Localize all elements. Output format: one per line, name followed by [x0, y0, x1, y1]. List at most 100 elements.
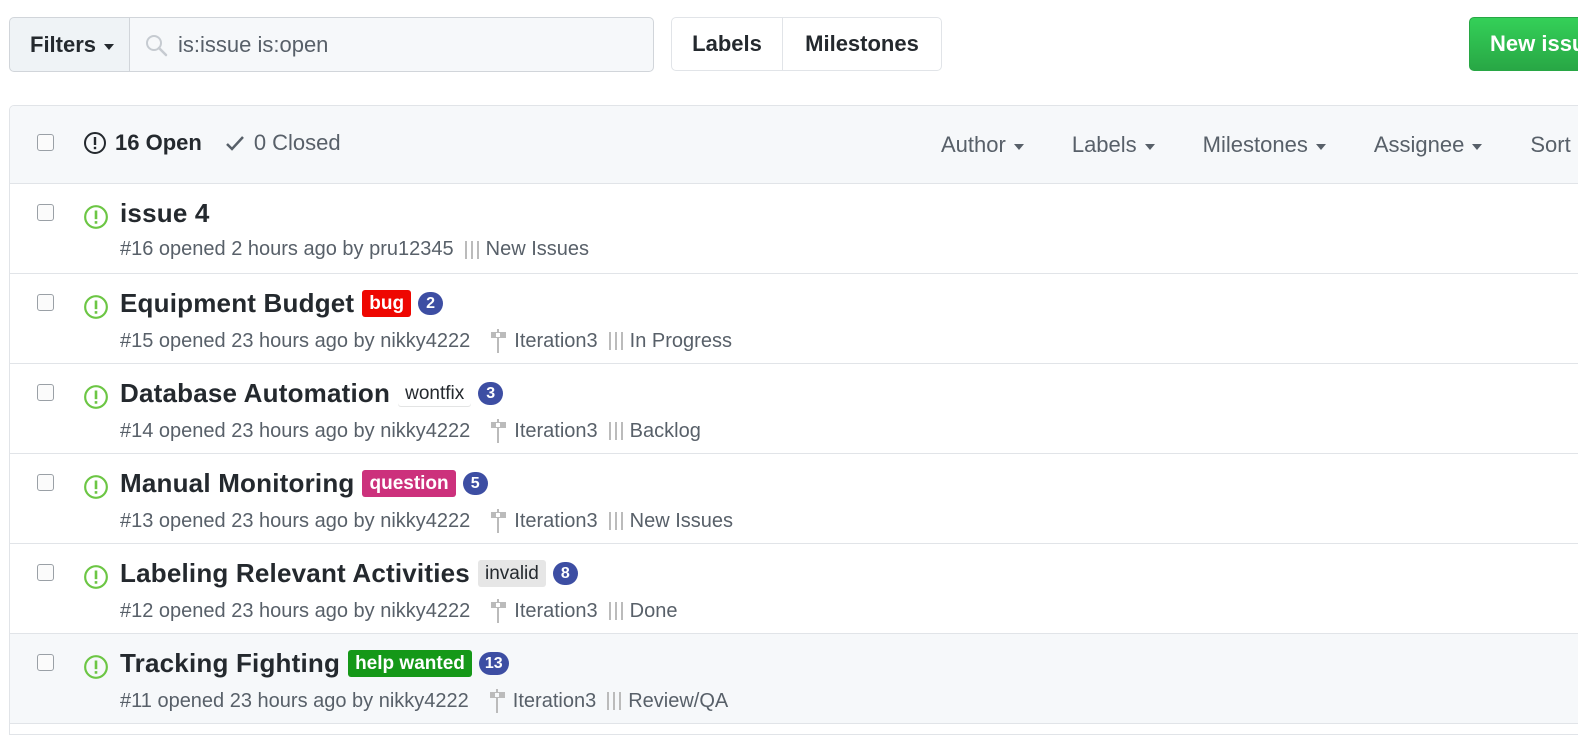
closed-issues-link[interactable]: 0 Closed: [224, 130, 341, 156]
project-column-label: In Progress: [629, 329, 732, 352]
open-count-label: 16 Open: [115, 130, 202, 155]
label-wontfix[interactable]: wontfix: [398, 380, 472, 407]
filters-dropdown-button[interactable]: Filters: [9, 17, 130, 72]
issue-checkbox[interactable]: [37, 384, 54, 401]
issue-checkbox[interactable]: [37, 294, 54, 311]
issue-title-link[interactable]: Labeling Relevant Activities: [120, 558, 470, 589]
search-icon: [146, 34, 168, 56]
search-field[interactable]: [130, 17, 654, 72]
issue-meta: #12 opened 23 hours ago by nikky4222 Ite…: [120, 598, 677, 624]
count-badge: 5: [462, 472, 488, 495]
issue-state-toggle: 16 Open 0 Closed: [83, 130, 341, 156]
issue-row: Manual Monitoring question 5 #13 opened …: [10, 454, 1578, 544]
project-link[interactable]: New Issues: [464, 238, 589, 261]
issue-title-line: Equipment Budget bug 2: [120, 288, 444, 319]
milestone-label: Iteration3: [512, 689, 597, 712]
label-question[interactable]: question: [362, 470, 456, 497]
project-link[interactable]: Done: [608, 599, 678, 623]
issue-opened-by: #12 opened 23 hours ago by nikky4222: [120, 599, 471, 622]
issue-row: Labeling Relevant Activities invalid 8 #…: [10, 544, 1578, 634]
project-column-label: New Issues: [629, 509, 734, 532]
milestone-link[interactable]: Iteration3: [488, 598, 598, 624]
labels-milestones-group: Labels Milestones: [671, 17, 942, 71]
sort-filter-label: Sort: [1530, 132, 1571, 157]
issue-title-link[interactable]: issue 4: [120, 198, 210, 229]
issue-row: Database Automation wontfix 3 #14 opened…: [10, 364, 1578, 454]
issue-meta: #11 opened 23 hours ago by nikky4222 Ite…: [120, 688, 728, 714]
chevron-down-icon: [1472, 144, 1483, 150]
milestone-link[interactable]: Iteration3: [487, 688, 596, 714]
issue-title-link[interactable]: Manual Monitoring: [120, 468, 354, 499]
project-link[interactable]: Review/QA: [606, 690, 728, 713]
issue-title-line: Manual Monitoring question 5: [120, 468, 488, 499]
labels-button[interactable]: Labels: [672, 18, 783, 70]
label-help-wanted[interactable]: help wanted: [348, 650, 472, 677]
check-icon: [225, 136, 244, 151]
label-invalid[interactable]: invalid: [477, 560, 546, 587]
chevron-down-icon: [104, 43, 115, 50]
issue-checkbox[interactable]: [37, 204, 54, 221]
project-link[interactable]: In Progress: [608, 330, 732, 353]
issue-checkbox[interactable]: [37, 474, 54, 491]
milestone-link[interactable]: Iteration3: [488, 418, 598, 444]
search-input[interactable]: [178, 31, 618, 58]
milestone-icon: [491, 419, 507, 443]
sort-filter[interactable]: Sort: [1530, 132, 1570, 158]
project-link[interactable]: Backlog: [608, 420, 701, 443]
issue-opened-by: #13 opened 23 hours ago by nikky4222: [120, 509, 471, 532]
issue-opened-by: #14 opened 23 hours ago by nikky4222: [120, 419, 471, 442]
issue-meta: #16 opened 2 hours ago by pru12345 New I…: [120, 238, 589, 261]
milestone-icon: [491, 329, 507, 353]
milestone-link[interactable]: Iteration3: [488, 328, 598, 354]
issue-opened-icon: [84, 655, 108, 679]
issue-checkbox[interactable]: [37, 654, 54, 671]
author-filter-label: Author: [941, 132, 1006, 157]
label-bug[interactable]: bug: [362, 290, 412, 317]
author-filter[interactable]: Author: [941, 132, 1024, 158]
chevron-down-icon: [1013, 144, 1024, 150]
milestones-button[interactable]: Milestones: [783, 18, 941, 70]
filters-search-group: Filters: [9, 17, 654, 72]
new-issue-button[interactable]: New issue: [1469, 17, 1578, 71]
filters-label: Filters: [30, 31, 97, 57]
list-filters: Author Labels Milestones Assignee Sort: [941, 132, 1578, 158]
issue-title-link[interactable]: Equipment Budget: [120, 288, 354, 319]
issue-row: issue 4 #16 opened 2 hours ago by pru123…: [10, 184, 1578, 274]
project-link[interactable]: New Issues: [608, 510, 733, 533]
count-badge: 3: [478, 382, 504, 405]
issue-title-link[interactable]: Database Automation: [120, 378, 390, 409]
count-badge: 13: [478, 652, 509, 675]
milestone-label: Iteration3: [514, 509, 598, 532]
assignee-filter[interactable]: Assignee: [1374, 132, 1483, 158]
issue-row: Equipment Budget bug 2 #15 opened 23 hou…: [10, 274, 1578, 364]
assignee-filter-label: Assignee: [1373, 132, 1465, 157]
issues-list-header: 16 Open 0 Closed Author Labels Milestone…: [10, 106, 1578, 184]
count-badge: 2: [418, 292, 444, 315]
closed-count-label: 0 Closed: [253, 130, 341, 155]
issue-opened-icon: [84, 295, 108, 319]
issue-meta: #14 opened 23 hours ago by nikky4222 Ite…: [120, 418, 701, 444]
project-column-label: Backlog: [629, 419, 701, 442]
milestone-link[interactable]: Iteration3: [488, 508, 598, 534]
issue-opened-icon: [84, 565, 108, 589]
labels-filter[interactable]: Labels: [1072, 132, 1155, 158]
project-column-label: New Issues: [485, 238, 589, 260]
issue-opened-by: #16 opened 2 hours ago by pru12345: [120, 238, 454, 260]
project-columns-icon: [608, 332, 623, 350]
issue-title-link[interactable]: Tracking Fighting: [120, 648, 340, 679]
milestones-filter[interactable]: Milestones: [1203, 132, 1326, 158]
project-columns-icon: [607, 692, 622, 710]
open-issues-link[interactable]: 16 Open: [83, 130, 202, 156]
project-columns-icon: [608, 602, 623, 620]
project-columns-icon: [464, 240, 479, 259]
select-all-checkbox[interactable]: [37, 134, 54, 151]
milestone-label: Iteration3: [514, 419, 598, 442]
issue-opened-icon: [84, 475, 108, 499]
milestone-icon: [489, 689, 505, 713]
issue-checkbox[interactable]: [37, 564, 54, 581]
milestone-label: Iteration3: [514, 329, 598, 352]
project-column-label: Done: [629, 599, 678, 622]
issue-meta: #13 opened 23 hours ago by nikky4222 Ite…: [120, 508, 733, 534]
milestone-icon: [491, 599, 507, 623]
issue-row: Tracking Fighting help wanted 13 #11 ope…: [10, 634, 1578, 724]
